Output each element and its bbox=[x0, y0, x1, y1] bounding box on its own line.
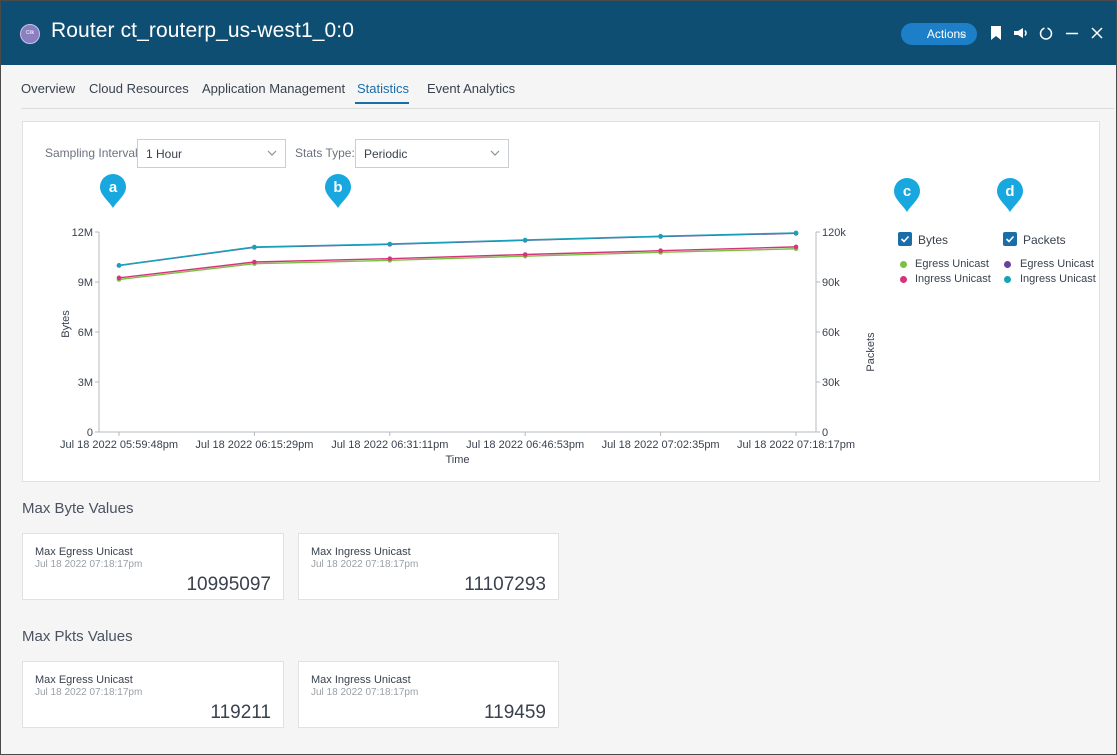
y-axis-right-title: Packets bbox=[865, 332, 877, 372]
bookmark-icon[interactable] bbox=[987, 24, 1005, 42]
card-date: Jul 18 2022 07:18:17pm bbox=[311, 687, 419, 698]
x-tick-label: Jul 18 2022 06:15:29pm bbox=[195, 439, 313, 451]
legend-packets-egress: Egress Unicast bbox=[1020, 258, 1094, 270]
tab-cloud-resources[interactable]: Cloud Resources bbox=[89, 81, 189, 96]
y-left-tick-label: 6M bbox=[78, 327, 93, 339]
tab-overview[interactable]: Overview bbox=[21, 81, 75, 96]
legend-dot bbox=[1004, 261, 1011, 268]
data-point bbox=[658, 233, 663, 239]
tab-divider bbox=[21, 108, 1114, 109]
y-right-tick-label: 90k bbox=[822, 277, 840, 289]
checkmark-icon bbox=[1005, 235, 1015, 243]
app-window: Cilk Router ct_routerp_us-west1_0:0 Acti… bbox=[0, 0, 1117, 755]
data-point bbox=[522, 237, 528, 243]
statistics-panel: Sampling Interval: 1 Hour Stats Type: Pe… bbox=[22, 121, 1100, 482]
max-egress-pkts-card: Max Egress Unicast Jul 18 2022 07:18:17p… bbox=[22, 661, 284, 728]
x-tick-label: Jul 18 2022 05:59:48pm bbox=[60, 439, 178, 451]
tab-statistics[interactable]: Statistics bbox=[357, 81, 409, 96]
y-right-tick-label: 60k bbox=[822, 327, 840, 339]
packets-checkbox[interactable] bbox=[1003, 232, 1017, 246]
y-axis-left-title: Bytes bbox=[60, 310, 72, 338]
data-point bbox=[116, 275, 122, 281]
legend-dot bbox=[900, 261, 907, 268]
legend-dot bbox=[1004, 276, 1011, 283]
max-egress-bytes-card: Max Egress Unicast Jul 18 2022 07:18:17p… bbox=[22, 533, 284, 600]
bytes-checkbox[interactable] bbox=[898, 232, 912, 246]
legend-bytes-ingress: Ingress Unicast bbox=[915, 273, 991, 285]
active-tab-indicator bbox=[355, 102, 409, 104]
data-point bbox=[387, 241, 393, 247]
data-point bbox=[658, 248, 663, 253]
card-date: Jul 18 2022 07:18:17pm bbox=[311, 559, 419, 570]
card-value: 10995097 bbox=[186, 574, 271, 595]
statistics-chart: 0 3M 6M 9M 12M 0 30k 60k 90k 120k Jul 18 2022 05:5… bbox=[60, 227, 877, 466]
x-tick-label: Jul 18 2022 07:02:35pm bbox=[602, 439, 720, 451]
tab-bar: Overview Cloud Resources Application Man… bbox=[1, 65, 1116, 110]
actions-button[interactable]: Actions ⌵ bbox=[901, 23, 977, 45]
card-value: 11107293 bbox=[464, 574, 546, 595]
x-tick-label: Jul 18 2022 06:31:11pm bbox=[331, 439, 448, 451]
series-line-0 bbox=[118, 248, 797, 281]
data-point bbox=[116, 263, 122, 268]
data-point bbox=[387, 256, 393, 261]
card-title: Max Egress Unicast bbox=[35, 674, 133, 686]
card-date: Jul 18 2022 07:18:17pm bbox=[35, 687, 143, 698]
x-tick-label: Jul 18 2022 06:46:53pm bbox=[466, 439, 584, 451]
y-right-tick-label: 30k bbox=[822, 377, 840, 389]
y-right-tick-label: 0 bbox=[822, 427, 828, 439]
card-value: 119459 bbox=[484, 702, 546, 723]
legend-bytes-egress: Egress Unicast bbox=[915, 258, 989, 270]
max-ingress-bytes-card: Max Ingress Unicast Jul 18 2022 07:18:17… bbox=[298, 533, 559, 600]
minimize-icon[interactable] bbox=[1063, 24, 1081, 42]
checkmark-icon bbox=[900, 235, 910, 243]
card-title: Max Ingress Unicast bbox=[311, 674, 411, 686]
packets-legend-label: Packets bbox=[1023, 233, 1066, 247]
data-point bbox=[252, 259, 257, 265]
x-tick-label: Jul 18 2022 07:18:17pm bbox=[737, 439, 855, 451]
title-bar: Cilk Router ct_routerp_us-west1_0:0 Acti… bbox=[1, 1, 1116, 65]
card-title: Max Ingress Unicast bbox=[311, 546, 411, 558]
tab-event-analytics[interactable]: Event Analytics bbox=[427, 81, 515, 96]
legend-packets-ingress: Ingress Unicast bbox=[1020, 273, 1096, 285]
data-point bbox=[793, 230, 799, 236]
refresh-icon[interactable] bbox=[1037, 24, 1055, 42]
card-value: 119211 bbox=[210, 702, 271, 723]
announcement-icon[interactable] bbox=[1012, 24, 1030, 42]
window-title: Router ct_routerp_us-west1_0:0 bbox=[51, 19, 354, 42]
x-axis-title: Time bbox=[445, 454, 469, 466]
y-left-tick-label: 0 bbox=[87, 427, 93, 439]
data-point bbox=[793, 244, 799, 250]
legend-dot bbox=[900, 276, 907, 283]
data-point bbox=[522, 252, 528, 257]
close-icon[interactable] bbox=[1088, 24, 1106, 42]
chevron-down-icon: ⌵ bbox=[959, 29, 966, 39]
tab-application-management[interactable]: Application Management bbox=[202, 81, 345, 96]
y-left-tick-label: 9M bbox=[78, 277, 93, 289]
max-byte-values-title: Max Byte Values bbox=[22, 500, 134, 517]
card-date: Jul 18 2022 07:18:17pm bbox=[35, 559, 143, 570]
max-ingress-pkts-card: Max Ingress Unicast Jul 18 2022 07:18:17… bbox=[298, 661, 559, 728]
card-title: Max Egress Unicast bbox=[35, 546, 133, 558]
bytes-legend-label: Bytes bbox=[918, 233, 949, 247]
max-pkts-values-title: Max Pkts Values bbox=[22, 628, 133, 645]
y-right-tick-label: 120k bbox=[822, 227, 846, 239]
y-left-tick-label: 12M bbox=[72, 227, 93, 239]
y-left-tick-label: 3M bbox=[78, 377, 93, 389]
data-point bbox=[252, 244, 257, 250]
app-logo: Cilk bbox=[20, 24, 40, 44]
